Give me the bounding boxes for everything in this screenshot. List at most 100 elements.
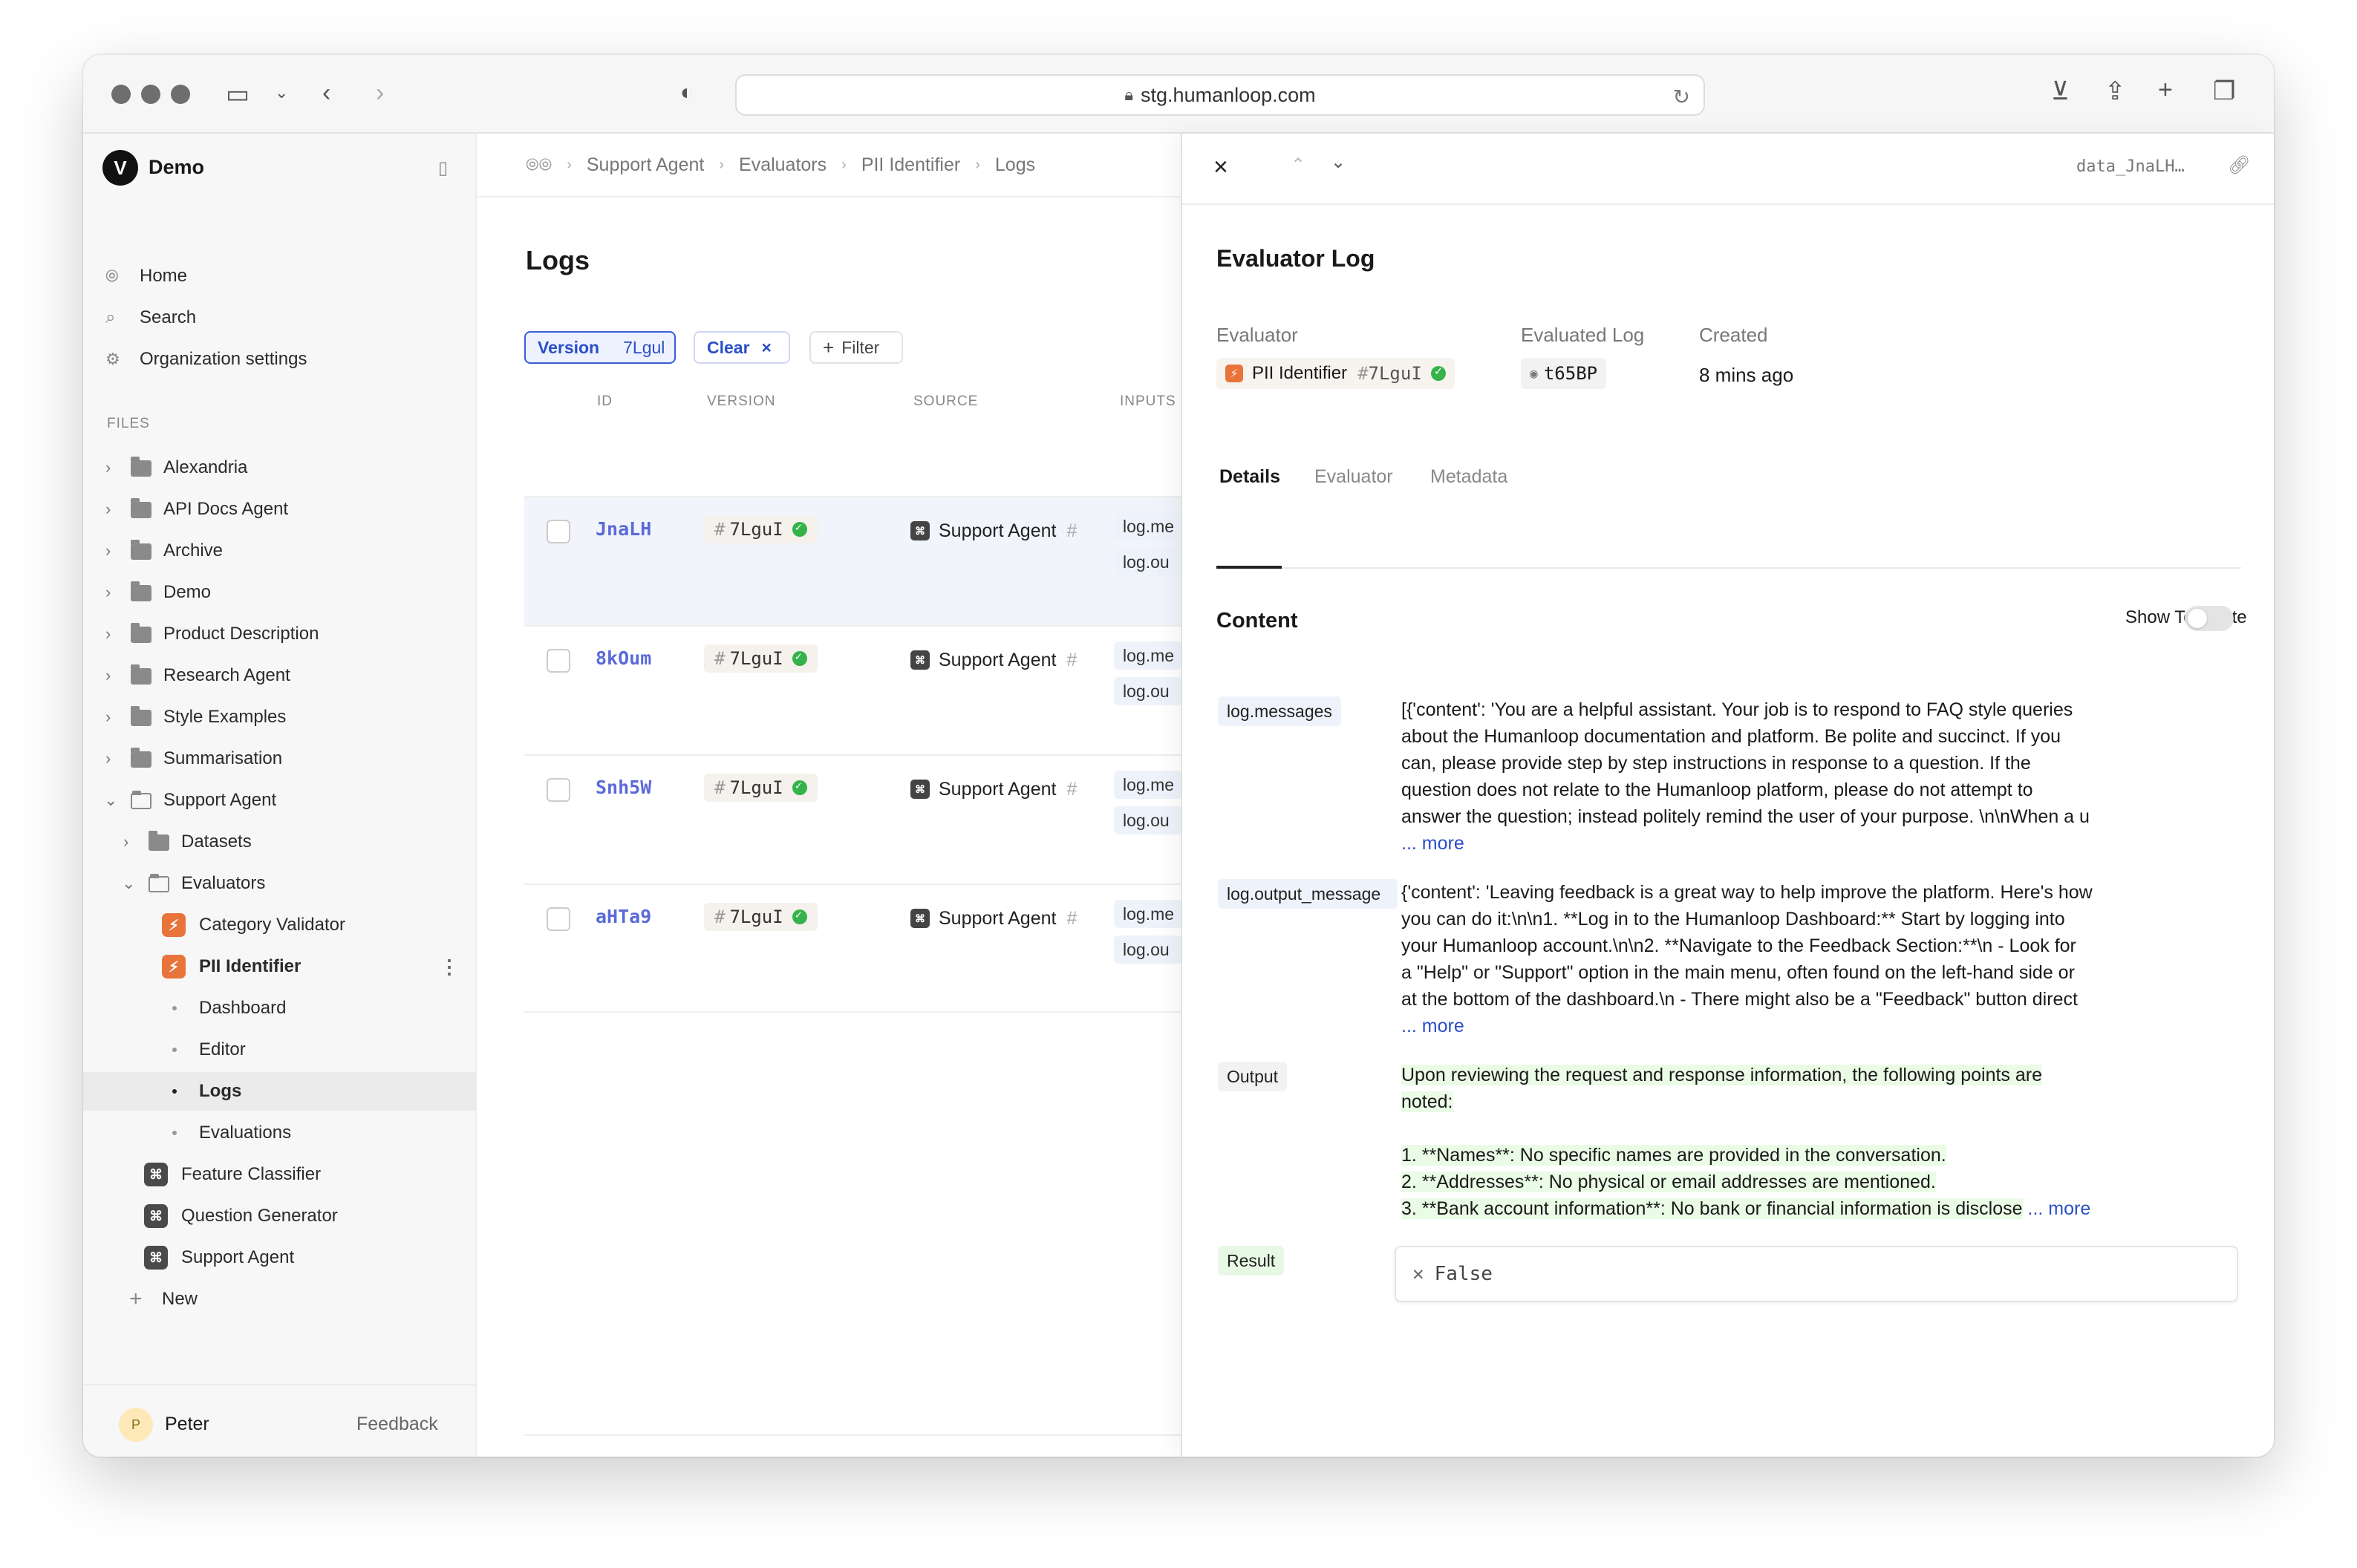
- breadcrumb-logs[interactable]: Logs: [995, 154, 1035, 176]
- version-value: 7LguI: [729, 648, 783, 669]
- download-icon[interactable]: ⊻: [2051, 79, 2070, 104]
- folder-research-agent[interactable]: › Research Agent: [83, 656, 477, 695]
- show-template-toggle[interactable]: [2185, 606, 2234, 631]
- close-icon[interactable]: ×: [1213, 153, 1228, 182]
- reload-icon[interactable]: ↻: [1673, 85, 1690, 109]
- row-id[interactable]: aHTa9: [596, 906, 651, 927]
- add-filter-button[interactable]: + Filter: [809, 331, 903, 364]
- breadcrumb-pii-identifier[interactable]: PII Identifier: [861, 154, 960, 176]
- text-line: a "Help" or "Support" option in the main…: [1401, 962, 2075, 983]
- folder-demo[interactable]: › Demo: [83, 573, 477, 612]
- nav-logs[interactable]: Logs: [83, 1072, 477, 1111]
- nav-dashboard[interactable]: Dashboard: [83, 989, 477, 1028]
- feedback-button[interactable]: Feedback: [356, 1414, 438, 1435]
- file-pii-identifier[interactable]: ⚡︎ PII Identifier ⋮: [83, 947, 477, 986]
- row-checkbox[interactable]: [547, 907, 570, 931]
- row-id[interactable]: JnaLH: [596, 518, 651, 540]
- shield-icon[interactable]: ◐: [680, 82, 694, 104]
- file-category-validator[interactable]: ⚡︎ Category Validator: [83, 906, 477, 944]
- column-header-source[interactable]: SOURCE: [913, 393, 978, 410]
- nav-home[interactable]: ⦾ Home: [83, 257, 477, 295]
- more-options-icon[interactable]: ⋮: [440, 956, 459, 979]
- show-more-link[interactable]: ... more: [2028, 1198, 2091, 1219]
- forward-icon[interactable]: ›: [376, 80, 384, 105]
- agent-icon: ⌘: [144, 1204, 168, 1228]
- chevron-up-icon[interactable]: ⌃: [1291, 154, 1305, 176]
- file-feature-classifier[interactable]: ⌘ Feature Classifier: [83, 1155, 477, 1194]
- breadcrumb-support-agent[interactable]: Support Agent: [587, 154, 704, 176]
- home-icon[interactable]: ⦾⦾: [526, 155, 552, 174]
- source-cell[interactable]: ⌘ Support Agent #: [910, 517, 1077, 545]
- folder-archive[interactable]: › Archive: [83, 532, 477, 570]
- folder-icon: [131, 706, 151, 726]
- column-header-inputs[interactable]: INPUTS: [1120, 393, 1176, 410]
- back-icon[interactable]: ‹: [322, 80, 330, 105]
- address-bar[interactable]: 🔒︎ stg.humanloop.com ↻: [735, 74, 1705, 116]
- source-cell[interactable]: ⌘ Support Agent #: [910, 646, 1077, 674]
- row-checkbox[interactable]: [547, 520, 570, 543]
- bullet-icon: [172, 1131, 177, 1135]
- close-window-button[interactable]: [111, 85, 131, 104]
- nav-search[interactable]: ⌕ Search: [83, 298, 477, 337]
- table-row[interactable]: aHTa9 #7LguI ⌘Support Agent# log.me log.…: [524, 883, 1182, 1013]
- table-row[interactable]: 8kOum #7LguI ⌘Support Agent# log.me log.…: [524, 625, 1182, 754]
- row-id[interactable]: 8kOum: [596, 647, 651, 669]
- main-content: ⦾⦾ › Support Agent › Evaluators › PII Id…: [477, 134, 1182, 1457]
- new-tab-icon[interactable]: +: [2158, 77, 2173, 102]
- file-label: PII Identifier: [199, 956, 301, 976]
- table-row[interactable]: JnaLH #7LguI ⌘Support Agent# log.me log.…: [524, 496, 1182, 625]
- chevron-down-icon[interactable]: ⌄: [1331, 151, 1346, 173]
- source-cell[interactable]: ⌘ Support Agent #: [910, 775, 1077, 803]
- breadcrumb-evaluators[interactable]: Evaluators: [739, 154, 827, 176]
- source-cell[interactable]: ⌘ Support Agent #: [910, 904, 1077, 932]
- show-more-link[interactable]: ... more: [1401, 830, 2174, 857]
- nav-evaluations[interactable]: Evaluations: [83, 1114, 477, 1152]
- folder-product-description[interactable]: › Product Description: [83, 615, 477, 653]
- row-checkbox[interactable]: [547, 778, 570, 802]
- row-id[interactable]: Snh5W: [596, 777, 651, 798]
- active-tab-indicator: [1216, 566, 1282, 569]
- nav-organization-settings[interactable]: ⚙ Organization settings: [83, 340, 477, 379]
- share-icon[interactable]: ⇪: [2105, 79, 2126, 104]
- agent-icon: ⌘: [910, 650, 930, 670]
- tabs-overview-icon[interactable]: ❐: [2213, 79, 2235, 104]
- home-icon: ⦾: [105, 267, 119, 285]
- drawer-title: Evaluator Log: [1216, 245, 1375, 272]
- column-header-version[interactable]: VERSION: [707, 393, 776, 410]
- created-value: 8 mins ago: [1699, 364, 1794, 386]
- tab-details[interactable]: Details: [1219, 466, 1280, 488]
- folder-datasets[interactable]: › Datasets: [83, 823, 477, 861]
- row-checkbox[interactable]: [547, 649, 570, 673]
- evaluator-badge[interactable]: ⚡︎ PII Identifier # 7LguI: [1216, 358, 1455, 389]
- nav-label: Editor: [199, 1039, 246, 1059]
- evaluated-log-badge[interactable]: ◉ t65BP: [1521, 358, 1607, 389]
- maximize-window-button[interactable]: [171, 85, 190, 104]
- tab-evaluator[interactable]: Evaluator: [1314, 466, 1393, 488]
- collapse-sidebar-icon[interactable]: ▯: [438, 157, 448, 179]
- file-question-generator[interactable]: ⌘ Question Generator: [83, 1197, 477, 1235]
- user-name[interactable]: Peter: [165, 1414, 209, 1435]
- tab-metadata[interactable]: Metadata: [1430, 466, 1507, 488]
- column-header-id[interactable]: ID: [597, 393, 613, 410]
- avatar[interactable]: P: [119, 1408, 153, 1442]
- sidebar-toggle-icon[interactable]: ▭: [226, 82, 250, 107]
- org-name[interactable]: Demo: [149, 156, 204, 179]
- file-support-agent[interactable]: ⌘ Support Agent: [83, 1238, 477, 1277]
- folder-support-agent[interactable]: ⌄ Support Agent: [83, 781, 477, 820]
- version-filter-chip[interactable]: Version 7Lgul: [524, 331, 676, 364]
- show-more-link[interactable]: ... more: [1401, 1013, 2174, 1039]
- log-id-reference[interactable]: data_JnaLH…: [2076, 157, 2185, 176]
- link-icon[interactable]: 🔗︎: [2228, 154, 2250, 176]
- folder-api-docs-agent[interactable]: › API Docs Agent: [83, 490, 477, 529]
- chevron-down-icon[interactable]: ⌄: [275, 85, 288, 101]
- new-file-button[interactable]: + New: [83, 1280, 477, 1319]
- folder-alexandria[interactable]: › Alexandria: [83, 448, 477, 487]
- minimize-window-button[interactable]: [141, 85, 160, 104]
- table-row[interactable]: Snh5W #7LguI ⌘Support Agent# log.me log.…: [524, 754, 1182, 883]
- nav-editor[interactable]: Editor: [83, 1030, 477, 1069]
- messages-value: [{'content': 'You are a helpful assistan…: [1401, 696, 2174, 857]
- clear-filter-button[interactable]: Clear ×: [694, 331, 790, 364]
- folder-style-examples[interactable]: › Style Examples: [83, 698, 477, 736]
- folder-summarisation[interactable]: › Summarisation: [83, 739, 477, 778]
- folder-evaluators[interactable]: ⌄ Evaluators: [83, 864, 477, 903]
